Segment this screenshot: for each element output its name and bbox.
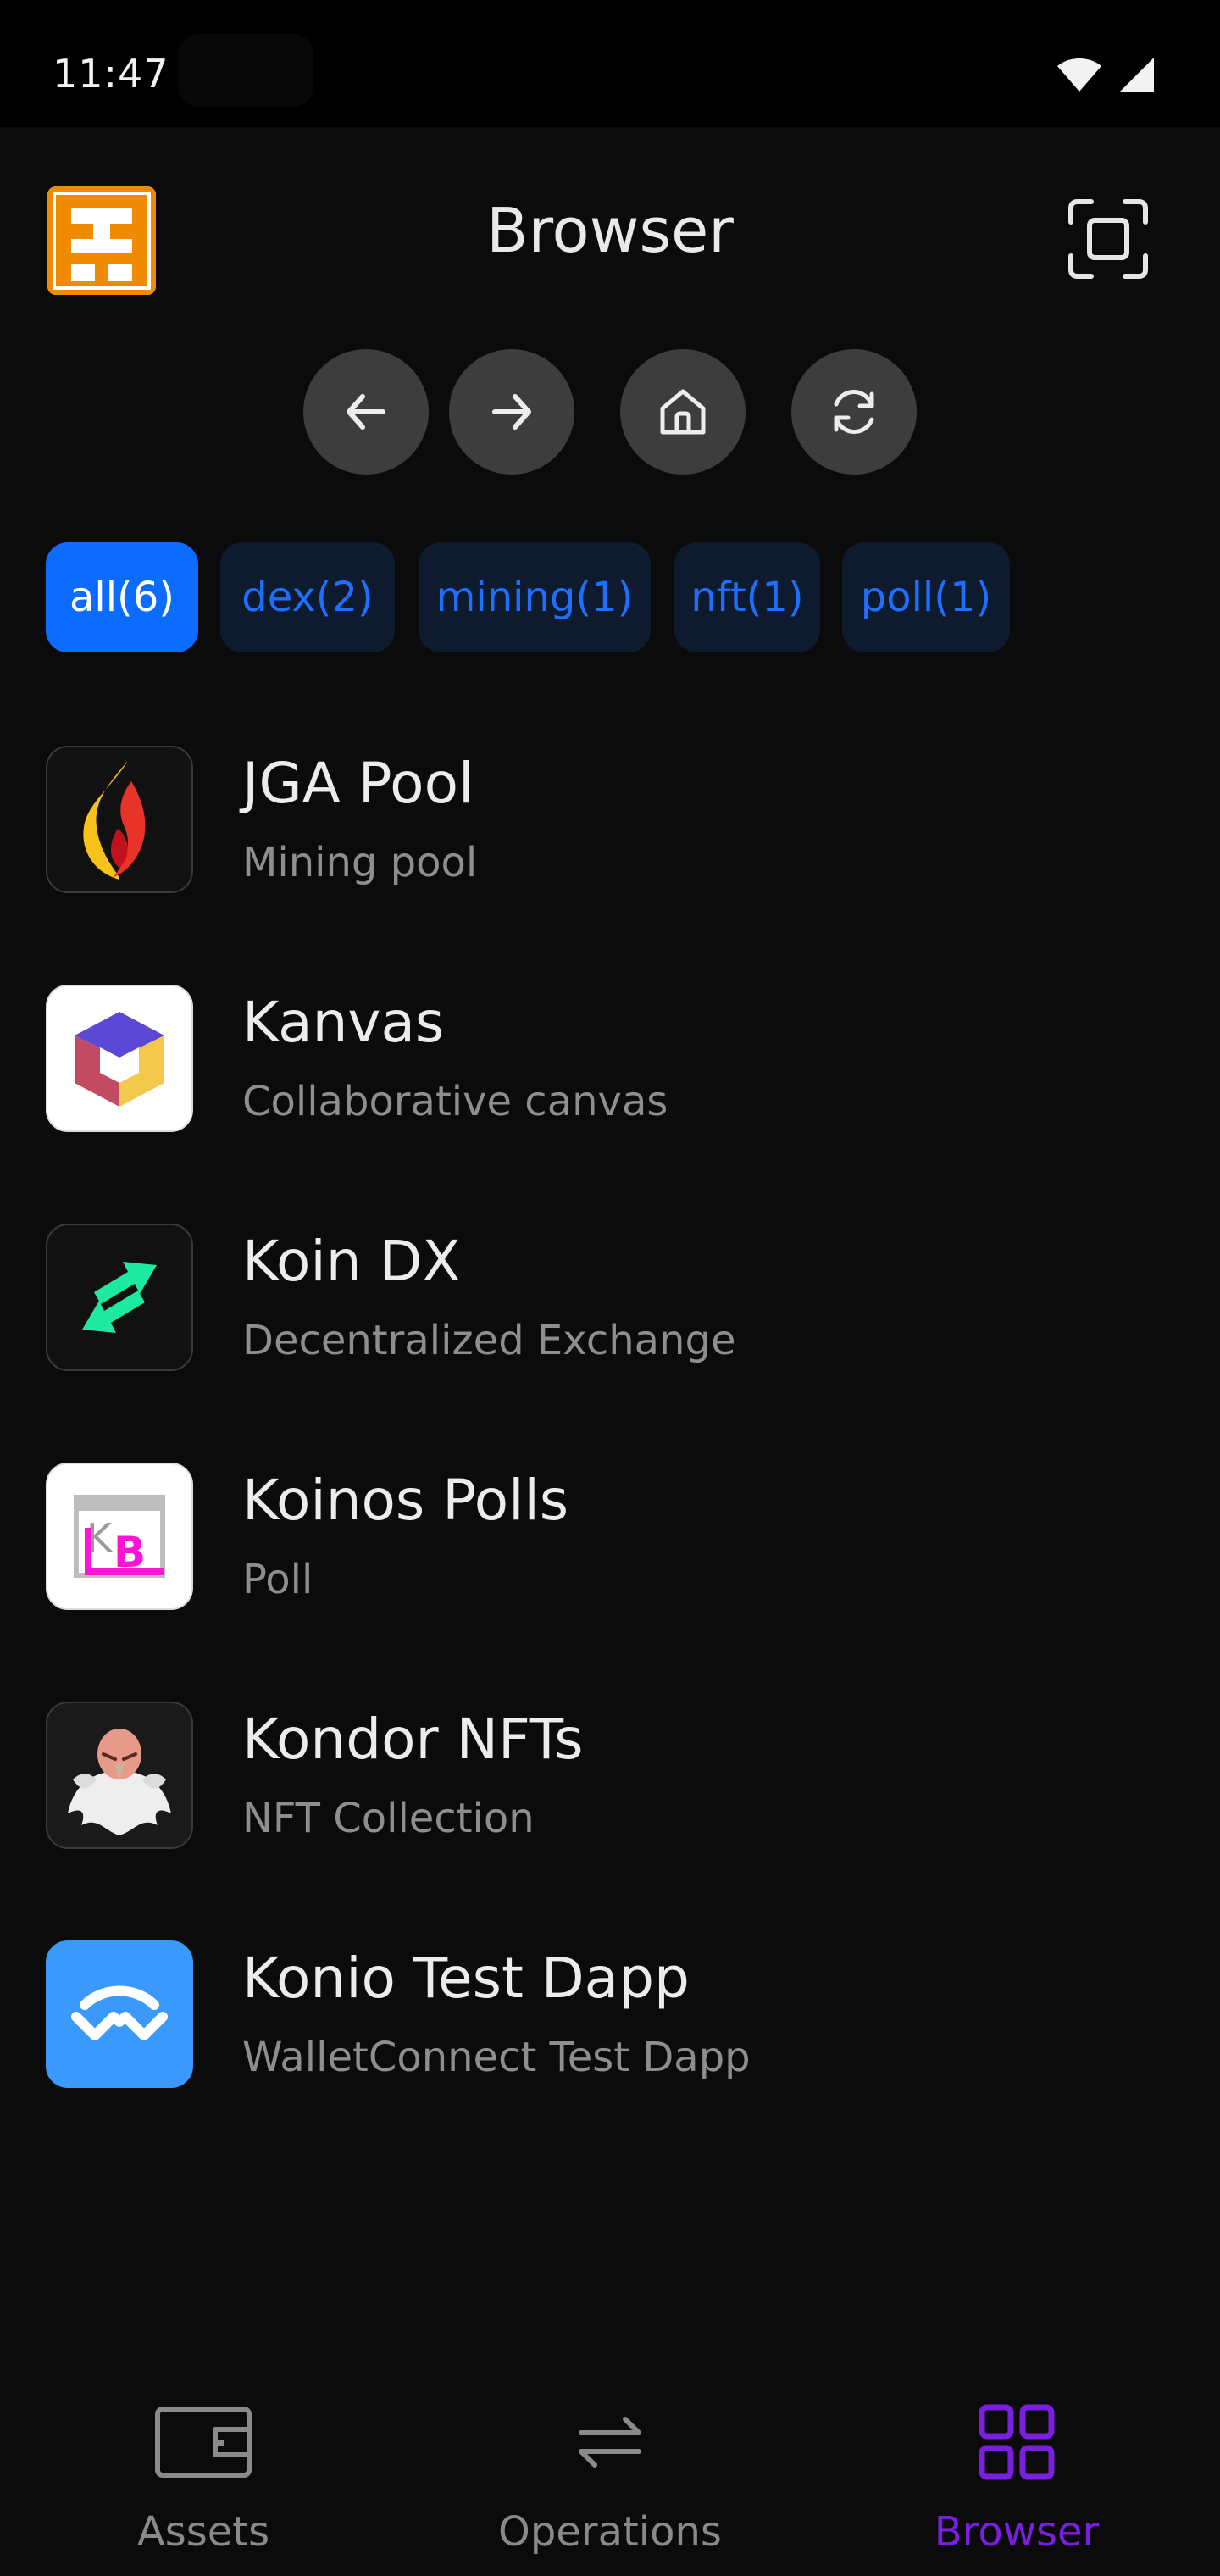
dapp-name: Kondor NFTs bbox=[242, 1707, 584, 1772]
nav-tab-assets[interactable]: Assets bbox=[0, 2364, 407, 2576]
dapp-name: Koin DX bbox=[242, 1229, 461, 1294]
camera-cutout bbox=[178, 34, 313, 107]
home-icon bbox=[660, 389, 706, 435]
filter-chip-all[interactable]: all(6) bbox=[46, 542, 198, 652]
dapp-description: WalletConnect Test Dapp bbox=[242, 2034, 751, 2081]
kb-logo-icon: K B bbox=[46, 1463, 193, 1610]
nav-tab-label: Operations bbox=[498, 2508, 722, 2556]
refresh-button[interactable] bbox=[791, 349, 917, 475]
dapp-name: Koinos Polls bbox=[242, 1468, 569, 1533]
swap-arrows-icon bbox=[46, 1224, 193, 1371]
cube-icon bbox=[46, 985, 193, 1132]
dapp-item-kondor-nfts[interactable]: Kondor NFTs NFT Collection bbox=[46, 1702, 1173, 1863]
dapp-description: Decentralized Exchange bbox=[242, 1317, 736, 1364]
filter-chip-poll[interactable]: poll(1) bbox=[842, 542, 1010, 652]
condor-icon bbox=[46, 1702, 193, 1849]
filter-chip-mining[interactable]: mining(1) bbox=[419, 542, 651, 652]
dapp-name: Kanvas bbox=[242, 990, 445, 1055]
dapp-description: Collaborative canvas bbox=[242, 1078, 668, 1125]
dapp-item-koinos-polls[interactable]: K B Koinos Polls Poll bbox=[46, 1463, 1173, 1624]
status-time: 11:47 bbox=[53, 51, 169, 97]
dapp-item-jga-pool[interactable]: JGA Pool Mining pool bbox=[46, 746, 1173, 907]
filter-chip-nft[interactable]: nft(1) bbox=[674, 542, 820, 652]
status-icons bbox=[1056, 56, 1156, 93]
nav-tab-label: Assets bbox=[136, 2508, 270, 2556]
home-button[interactable] bbox=[620, 349, 746, 475]
page-title: Browser bbox=[486, 195, 734, 266]
status-bar: 11:47 bbox=[0, 0, 1220, 127]
refresh-icon bbox=[834, 389, 874, 435]
signal-icon bbox=[1120, 58, 1154, 92]
fullscreen-scan-button[interactable] bbox=[1066, 197, 1151, 281]
dapp-item-kanvas[interactable]: Kanvas Collaborative canvas bbox=[46, 985, 1173, 1146]
walletconnect-icon bbox=[46, 1940, 193, 2088]
arrow-right-icon bbox=[492, 394, 531, 430]
dapp-item-konio-test-dapp[interactable]: Konio Test Dapp WalletConnect Test Dapp bbox=[46, 1940, 1173, 2101]
wallet-icon bbox=[152, 2400, 254, 2484]
nav-tab-browser[interactable]: Browser bbox=[813, 2364, 1220, 2576]
dapp-description: NFT Collection bbox=[242, 1795, 535, 1842]
nav-tab-label: Browser bbox=[934, 2508, 1100, 2556]
dapp-description: Poll bbox=[242, 1556, 313, 1603]
flame-icon bbox=[46, 746, 193, 893]
dapp-name: Konio Test Dapp bbox=[242, 1946, 690, 2011]
grid-icon bbox=[966, 2400, 1068, 2484]
transfer-arrows-icon bbox=[559, 2400, 661, 2484]
bottom-navigation: Assets Operations Browser bbox=[0, 2364, 1220, 2576]
back-button[interactable] bbox=[303, 349, 429, 475]
dapp-description: Mining pool bbox=[242, 839, 478, 886]
filter-chip-dex[interactable]: dex(2) bbox=[220, 542, 395, 652]
dapp-item-koin-dx[interactable]: Koin DX Decentralized Exchange bbox=[46, 1224, 1173, 1385]
forward-button[interactable] bbox=[449, 349, 574, 475]
wifi-icon bbox=[1057, 58, 1101, 92]
arrow-left-icon bbox=[347, 394, 385, 430]
dapp-name: JGA Pool bbox=[242, 751, 474, 816]
scan-icon bbox=[1068, 199, 1148, 279]
nav-tab-operations[interactable]: Operations bbox=[407, 2364, 813, 2576]
